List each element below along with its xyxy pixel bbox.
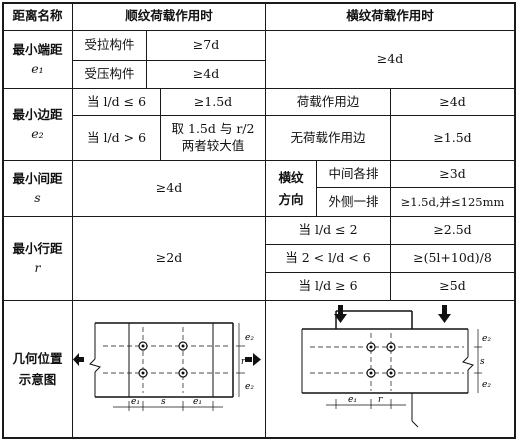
header-name: 距离名称	[12, 8, 63, 24]
edge-cond2: 当 l/d > 6	[86, 129, 147, 145]
tension-member-value: ≥7d	[192, 37, 220, 53]
loaded-edge-label: 荷载作用边	[296, 93, 360, 109]
edge-cond1-value: ≥1.5d	[193, 93, 233, 109]
outer-row-label: 外侧一排	[328, 193, 379, 209]
spacing-parallel-value: ≥4d	[155, 180, 183, 196]
unloaded-edge-value: ≥1.5d	[433, 129, 472, 145]
end-distance-cross-value: ≥4d	[376, 51, 404, 67]
row-distance-symbol: r	[34, 259, 41, 275]
row-distance-name-cell: 最小行距 r	[3, 217, 72, 300]
compression-member-value: ≥4d	[192, 66, 220, 82]
cross-load-diagram: e₂ s e₂ e₁ r	[301, 305, 491, 428]
header-parallel: 顺纹荷载作用时	[125, 8, 213, 24]
tension-member-label: 受拉构件	[84, 37, 135, 53]
middle-rows-label: 中间各排	[328, 165, 379, 181]
dim-e2-r-bottom: e₂	[482, 380, 491, 390]
spacing-direction-line2: 方向	[278, 191, 304, 207]
edge-cond2-value-line2: 两者较大值	[181, 138, 245, 153]
row-cond1-value: ≥2.5d	[433, 222, 472, 238]
spacing-name-cell: 最小间距 s	[3, 161, 72, 216]
loaded-edge-value: ≥4d	[439, 93, 466, 109]
row-distance-name: 最小行距	[12, 241, 63, 257]
middle-rows-value: ≥3d	[439, 165, 466, 181]
dim-r-r: r	[378, 395, 383, 405]
right-load-arrow-icon	[245, 353, 261, 366]
right-down-arrow-icon	[438, 305, 451, 323]
row-cond1: 当 l/d ≤ 2	[298, 222, 358, 238]
spacing-direction-cell: 横纹 方向	[266, 161, 316, 216]
row-cond2: 当 2 < l/d < 6	[285, 250, 371, 266]
end-distance-name-cell: 最小端距 e₁	[3, 31, 72, 88]
dim-e1-r: e₁	[348, 395, 357, 405]
end-distance-symbol: e₁	[31, 60, 44, 76]
row-cond3: 当 l/d ≥ 6	[298, 278, 358, 294]
edge-cond2-value-cell: 取 1.5d 与 r/2 两者较大值	[161, 116, 265, 160]
spacing-symbol: s	[34, 189, 41, 205]
parallel-load-diagram: e₂ r e₂ e₁ s e₁	[73, 322, 261, 411]
dim-e2-r: e₂	[482, 334, 491, 344]
row-cond3-value: ≥5d	[439, 278, 466, 294]
bolt-icon	[138, 341, 188, 378]
unloaded-edge-label: 无荷载作用边	[290, 129, 366, 145]
edge-cond1: 当 l/d ≤ 6	[86, 93, 147, 109]
row-cond2-value: ≥(5l+10d)/8	[413, 250, 492, 266]
table-border-bottom	[2, 437, 516, 439]
end-distance-name: 最小端距	[12, 42, 63, 58]
edge-cond2-value-line1: 取 1.5d 与 r/2	[171, 121, 255, 137]
diagram-name-cell: 几何位置 示意图	[3, 301, 72, 437]
edge-distance-name-cell: 最小边距 e₂	[3, 89, 72, 160]
dim-s: s	[161, 397, 166, 407]
edge-distance-symbol: e₂	[31, 125, 44, 141]
spacing-direction-line1: 横纹	[278, 170, 304, 186]
dim-s-r: s	[480, 357, 485, 367]
compression-member-label: 受压构件	[84, 66, 135, 82]
left-load-arrow-icon	[73, 353, 84, 366]
dim-e2-bottom: e₂	[245, 382, 254, 392]
dim-r: r	[241, 357, 246, 367]
dim-e1: e₁	[131, 397, 140, 407]
dim-e1-right: e₁	[193, 397, 202, 407]
table-border-right	[514, 2, 516, 439]
row-distance-parallel-value: ≥2d	[155, 250, 183, 266]
diagram-name-line1: 几何位置	[12, 350, 63, 366]
header-cross: 横纹荷载作用时	[346, 8, 434, 24]
edge-distance-name: 最小边距	[12, 107, 63, 123]
diagram-name-line2: 示意图	[18, 372, 57, 387]
outer-row-value: ≥1.5d,并≤125mm	[400, 194, 505, 209]
dim-e2: e₂	[245, 333, 254, 343]
spacing-name: 最小间距	[12, 171, 63, 187]
